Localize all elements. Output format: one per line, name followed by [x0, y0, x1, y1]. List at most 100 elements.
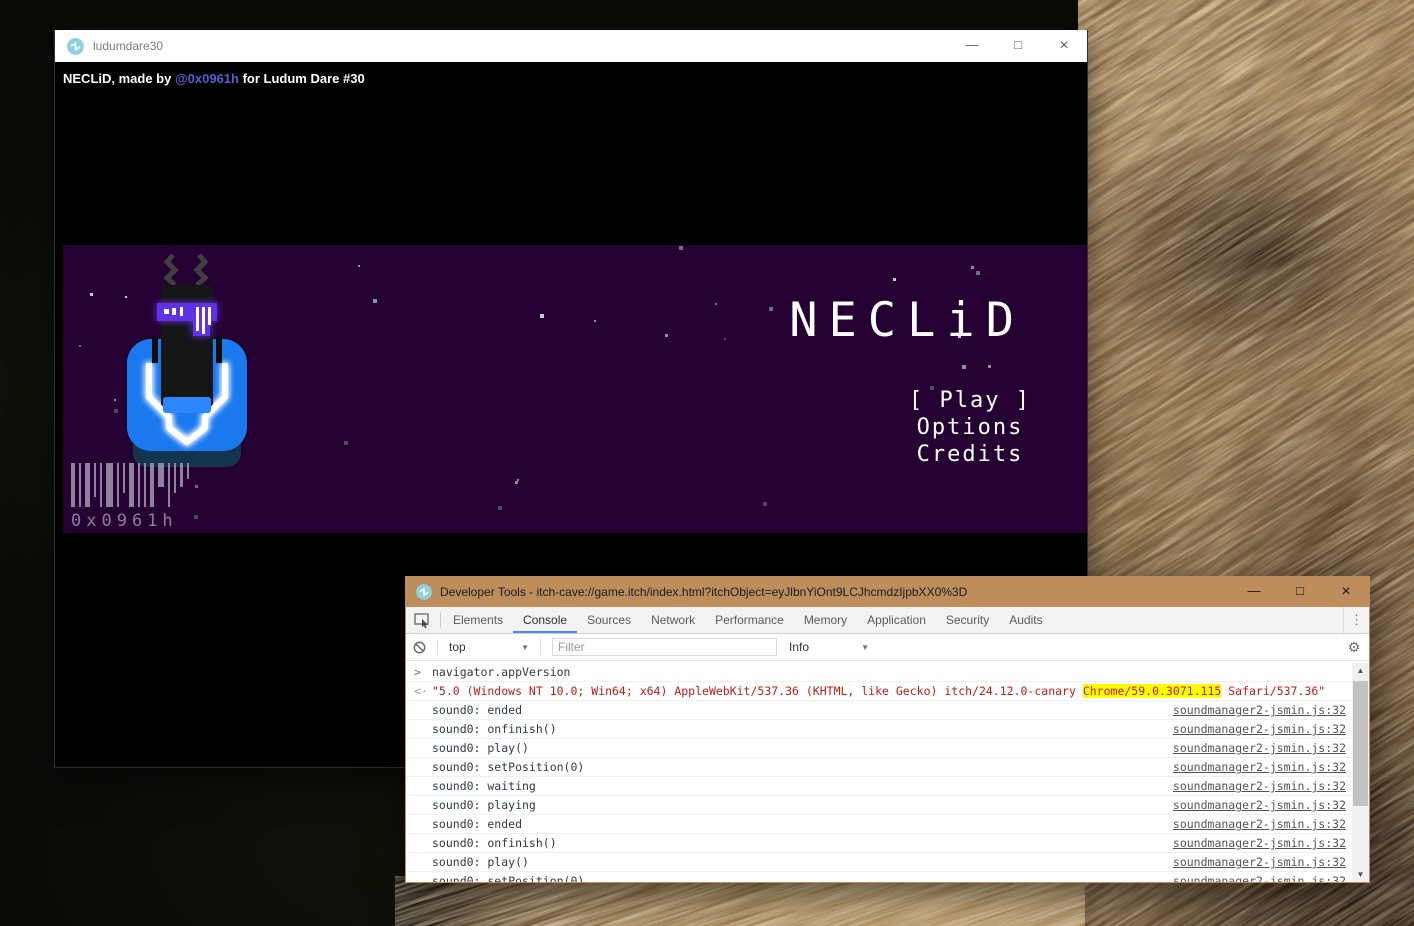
result-post: Safari/537.36" [1221, 684, 1325, 698]
game-menu-item[interactable]: Credits [909, 441, 1031, 468]
tab-application[interactable]: Application [857, 607, 936, 633]
tab-label: Network [651, 613, 695, 627]
log-source-link[interactable]: soundmanager2-jsmin.js:32 [1173, 872, 1346, 882]
toolbar-divider [540, 639, 541, 655]
log-source-link[interactable]: soundmanager2-jsmin.js:32 [1173, 739, 1346, 757]
handle-left [152, 337, 158, 363]
star [665, 334, 668, 337]
devtools-titlebar[interactable]: Developer Tools - itch-cave://game.itch/… [406, 577, 1369, 607]
game-menu-item-selected[interactable]: [ Play ] [909, 387, 1031, 414]
star [763, 502, 767, 506]
author-tag: 0x0961h [71, 511, 178, 531]
console-filter-input[interactable] [552, 638, 777, 656]
execution-context-select[interactable]: top ▼ [443, 640, 535, 654]
barcode-bar [94, 463, 96, 497]
tab-console[interactable]: Console [513, 607, 577, 633]
star [373, 299, 377, 303]
tab-memory[interactable]: Memory [794, 607, 857, 633]
star [715, 303, 717, 305]
credit-mid: for [239, 71, 264, 86]
star [498, 506, 502, 510]
star [769, 307, 773, 311]
minimize-button[interactable]: — [1231, 583, 1277, 598]
barcode-bar [123, 463, 125, 493]
game-credit-line: NECLiD, made by @0x0961h for Ludum Dare … [63, 71, 365, 86]
result-arrow-icon: <· [414, 682, 428, 700]
scrollbar-thumb[interactable] [1353, 681, 1368, 806]
scroll-up-icon[interactable]: ▲ [1352, 663, 1369, 678]
console-result-row: <· "5.0 (Windows NT 10.0; Win64; x64) Ap… [406, 682, 1352, 701]
log-source-link[interactable]: soundmanager2-jsmin.js:32 [1173, 758, 1346, 776]
context-label: top [449, 640, 466, 654]
log-message: sound0: play() [432, 741, 529, 755]
log-source-link[interactable]: soundmanager2-jsmin.js:32 [1173, 815, 1346, 833]
tab-audits[interactable]: Audits [999, 607, 1052, 633]
maximize-button[interactable]: □ [1277, 583, 1323, 598]
console-settings-button[interactable]: ⚙ [1339, 639, 1369, 656]
handle-right [216, 337, 222, 363]
star [962, 365, 966, 369]
game-menu: [ Play ] Options Credits [909, 387, 1031, 468]
tabbar-divider [440, 612, 441, 628]
barcode-bar [150, 463, 154, 507]
result-highlight: Chrome/59.0.3071.115 [1083, 684, 1221, 698]
log-source-link[interactable]: soundmanager2-jsmin.js:32 [1173, 720, 1346, 738]
devtools-menu-button[interactable]: ⋮ [1343, 607, 1369, 633]
scroll-down-icon[interactable]: ▼ [1352, 867, 1369, 882]
log-level-select[interactable]: Info ▼ [783, 640, 875, 654]
tab-sources[interactable]: Sources [577, 607, 641, 633]
barcode-bar [158, 463, 164, 487]
itch-app-icon [67, 38, 84, 55]
console-log-row: sound0: setPosition(0) soundmanager2-jsm… [406, 872, 1352, 882]
console-log-row: sound0: play() soundmanager2-jsmin.js:32 [406, 853, 1352, 872]
tab-label: Memory [804, 613, 847, 627]
tab-elements[interactable]: Elements [443, 607, 513, 633]
credit-prefix: NECLiD, made by [63, 71, 175, 86]
star [971, 266, 974, 269]
star [114, 409, 118, 413]
tab-security[interactable]: Security [936, 607, 999, 633]
log-source-link[interactable]: soundmanager2-jsmin.js:32 [1173, 853, 1346, 871]
star [976, 271, 980, 275]
game-title: NECLiD [789, 293, 1025, 348]
log-message: sound0: ended [432, 817, 522, 831]
star [517, 479, 519, 481]
log-message: sound0: setPosition(0) [432, 760, 584, 774]
inspect-element-button[interactable] [406, 607, 438, 633]
toolbar-divider [437, 639, 438, 655]
log-source-link[interactable]: soundmanager2-jsmin.js:32 [1173, 701, 1346, 719]
log-message: sound0: setPosition(0) [432, 874, 584, 882]
game-window-titlebar[interactable]: ludumdare30 — □ × [55, 30, 1087, 62]
game-menu-item[interactable]: Options [909, 414, 1031, 441]
minimize-button[interactable]: — [949, 37, 995, 52]
tab-performance[interactable]: Performance [705, 607, 794, 633]
console-input-text: navigator.appVersion [432, 665, 570, 679]
log-source-link[interactable]: soundmanager2-jsmin.js:32 [1173, 834, 1346, 852]
console-log-row: sound0: play() soundmanager2-jsmin.js:32 [406, 739, 1352, 758]
maximize-button[interactable]: □ [995, 37, 1041, 52]
pod-front-lip [163, 397, 211, 413]
console-output[interactable]: > navigator.appVersion <· "5.0 (Windows … [406, 663, 1352, 882]
close-button[interactable]: × [1323, 583, 1369, 601]
tab-network[interactable]: Network [641, 607, 705, 633]
barcode-bar [117, 463, 119, 507]
log-source-link[interactable]: soundmanager2-jsmin.js:32 [1173, 777, 1346, 795]
console-scrollbar[interactable]: ▲ ▼ [1352, 663, 1369, 882]
game-window-title: ludumdare30 [93, 39, 163, 53]
fur-texture [395, 876, 1085, 926]
star [893, 278, 896, 281]
close-button[interactable]: × [1041, 37, 1087, 55]
log-message: sound0: playing [432, 798, 536, 812]
devtools-window: Developer Tools - itch-cave://game.itch/… [405, 576, 1370, 883]
inspect-element-icon [414, 613, 430, 628]
console-log-row: sound0: waiting soundmanager2-jsmin.js:3… [406, 777, 1352, 796]
clear-console-button[interactable] [406, 641, 432, 654]
console-log-row: sound0: ended soundmanager2-jsmin.js:32 [406, 701, 1352, 720]
desktop-background-fur-bottom [395, 876, 1085, 926]
author-link[interactable]: @0x0961h [175, 71, 239, 86]
log-source-link[interactable]: soundmanager2-jsmin.js:32 [1173, 796, 1346, 814]
log-message: sound0: play() [432, 855, 529, 869]
console-toolbar: top ▼ Info ▼ ⚙ [406, 634, 1369, 661]
game-screen-canvas[interactable]: 0x0961h NECLiD [ Play ] Options Credits [63, 245, 1087, 533]
itch-app-icon [416, 584, 432, 600]
